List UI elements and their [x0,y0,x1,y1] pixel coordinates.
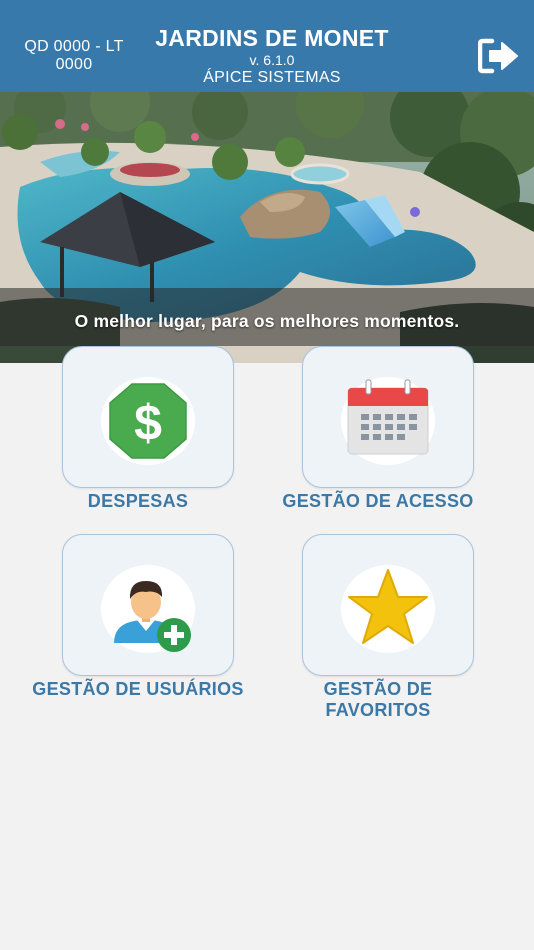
hero-banner: O melhor lugar, para os melhores momento… [0,92,534,363]
tile-card[interactable] [302,346,474,488]
tile-label: GESTÃO DE ACESSO [282,491,474,511]
tile-label: DESPESAS [87,491,189,511]
tile-card[interactable] [62,534,234,676]
tile-label: GESTÃO DE FAVORITOS [323,679,433,720]
icon-background [341,565,435,653]
tile-card[interactable] [302,534,474,676]
logout-icon [477,38,518,74]
svg-text:$: $ [134,395,162,451]
banner-tagline: O melhor lugar, para os melhores momento… [74,311,460,331]
calendar-icon [347,379,429,455]
dollar-icon: $ [109,383,187,459]
tile-label: GESTÃO DE USUÁRIOS [32,679,244,699]
logout-button[interactable] [477,38,520,74]
icon-background [341,377,435,465]
company-name: ÁPICE SISTEMAS [203,69,341,86]
icon-background [101,565,195,653]
app-title: JARDINS DE MONET [155,25,389,51]
icon-background: $ [101,377,195,465]
star-icon [348,569,428,644]
app-header: QD 0000 - LT 0000 JARDINS DE MONET v. 6.… [0,0,534,92]
header-titles: JARDINS DE MONET v. 6.1.0 ÁPICE SISTEMAS [140,24,404,87]
app-version: v. 6.1.0 [249,52,295,68]
add-user-icon [114,581,191,652]
tile-card[interactable]: $ [62,346,234,488]
unit-identifier: QD 0000 - LT 0000 [24,38,124,73]
